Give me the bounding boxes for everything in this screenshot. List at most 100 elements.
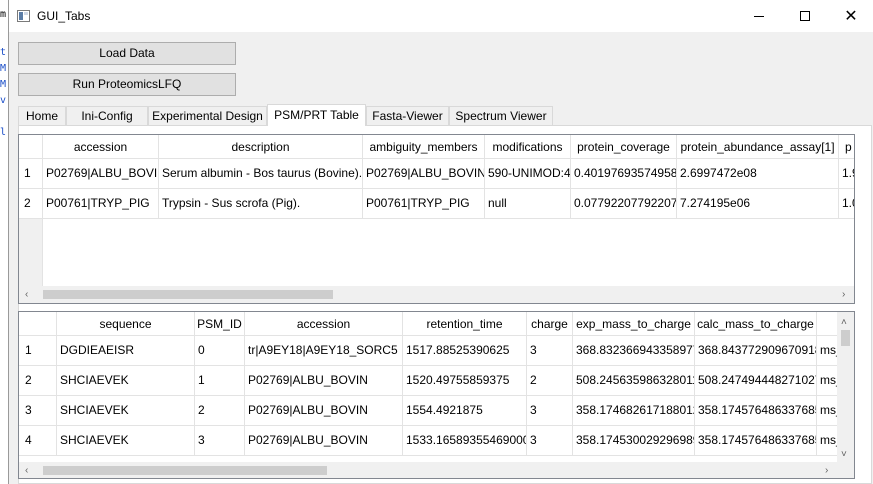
table-cell[interactable]: 1 (195, 366, 245, 396)
table-cell[interactable]: ms_ (817, 426, 839, 456)
table-cell[interactable]: SHCIAEVEK (57, 426, 195, 456)
table-cell[interactable]: 1517.88525390625 (403, 336, 527, 366)
tab-spectrum-viewer[interactable]: Spectrum Viewer (449, 106, 553, 126)
table-cell[interactable]: P00761|TRYP_PIG (363, 189, 485, 219)
table-cell[interactable]: P02769|ALBU_BOVIN (43, 159, 159, 189)
scroll-right-icon[interactable]: › (825, 462, 828, 478)
column-header[interactable]: description (159, 135, 363, 159)
minimize-button[interactable] (736, 0, 782, 32)
scroll-up-icon[interactable]: ˄ (841, 314, 847, 331)
bg-line: l (0, 127, 7, 138)
row-header[interactable]: 1 (19, 159, 43, 189)
tab-ini-config[interactable]: Ini-Config (66, 106, 148, 126)
table-cell[interactable]: SHCIAEVEK (57, 396, 195, 426)
table-cell[interactable]: 0.077922077922078 (571, 189, 677, 219)
scrollbar-thumb[interactable] (43, 290, 333, 299)
column-header[interactable]: charge (527, 312, 573, 336)
table-cell[interactable]: 358.174576486337685 (695, 396, 817, 426)
table-cell[interactable]: P02769|ALBU_BOVIN (363, 159, 485, 189)
row-header[interactable]: 3 (19, 396, 57, 426)
column-header[interactable]: p (839, 135, 854, 159)
title-bar[interactable]: GUI_Tabs ✕ (9, 0, 873, 32)
table-cell[interactable]: DGDIEAEISR (57, 336, 195, 366)
scroll-down-icon[interactable]: ˅ (841, 446, 847, 463)
scroll-left-icon[interactable]: ‹ (25, 286, 28, 303)
load-data-button[interactable]: Load Data (18, 42, 236, 65)
psm-table: sequence PSM_ID accession retention_time… (18, 311, 855, 479)
row-header[interactable]: 1 (19, 336, 57, 366)
table-cell[interactable]: 2 (195, 396, 245, 426)
row-header[interactable]: 2 (19, 366, 57, 396)
row-header[interactable]: 2 (19, 189, 43, 219)
tab-home[interactable]: Home (18, 106, 66, 126)
table-cell[interactable]: 7.274195e06 (677, 189, 839, 219)
scrollbar-thumb[interactable] (43, 466, 327, 475)
column-header[interactable]: calc_mass_to_charge (695, 312, 817, 336)
table-cell[interactable]: 368.843772909670918 (695, 336, 817, 366)
table-cell[interactable]: ms_ (817, 366, 839, 396)
maximize-icon (800, 11, 810, 21)
table-cell[interactable]: 1554.4921875 (403, 396, 527, 426)
table-cell[interactable]: 0.401976935749588 (571, 159, 677, 189)
row-header[interactable]: 4 (19, 426, 57, 456)
bg-line: v (0, 95, 7, 106)
table-cell[interactable]: 1.0 (839, 189, 854, 219)
table-cell[interactable]: 358.174530029296989 (573, 426, 695, 456)
table-cell[interactable]: 2 (527, 366, 573, 396)
column-header[interactable]: accession (43, 135, 159, 159)
table-cell[interactable]: 1520.49755859375 (403, 366, 527, 396)
table-corner[interactable] (19, 312, 57, 336)
window-title: GUI_Tabs (37, 9, 91, 23)
tab-psm-prt-table[interactable]: PSM/PRT Table (267, 104, 366, 126)
tab-experimental-design[interactable]: Experimental Design (148, 106, 267, 126)
table-empty-area (43, 219, 854, 287)
column-header[interactable] (817, 312, 839, 336)
table-cell[interactable]: Serum albumin - Bos taurus (Bovine). (159, 159, 363, 189)
table-cell[interactable]: 3 (195, 426, 245, 456)
column-header[interactable]: sequence (57, 312, 195, 336)
table-cell[interactable]: P00761|TRYP_PIG (43, 189, 159, 219)
table-cell[interactable]: 0 (195, 336, 245, 366)
table-cell[interactable]: 2.6997472e08 (677, 159, 839, 189)
table-cell[interactable]: tr|A9EY18|A9EY18_SORC5 (245, 336, 403, 366)
table-cell[interactable]: ms_ (817, 336, 839, 366)
table-cell[interactable]: P02769|ALBU_BOVIN (245, 366, 403, 396)
close-button[interactable]: ✕ (828, 0, 873, 32)
horizontal-scrollbar[interactable]: ‹ › (19, 462, 854, 478)
tab-fasta-viewer[interactable]: Fasta-Viewer (366, 106, 449, 126)
table-cell[interactable]: 358.174576486337685 (695, 426, 817, 456)
table-cell[interactable]: 508.245635986328011 (573, 366, 695, 396)
column-header[interactable]: protein_abundance_assay[1] (677, 135, 839, 159)
table-cell[interactable]: 368.832366943358977 (573, 336, 695, 366)
table-cell[interactable]: 3 (527, 426, 573, 456)
scroll-right-icon[interactable]: › (842, 286, 845, 303)
table-cell[interactable]: Trypsin - Sus scrofa (Pig). (159, 189, 363, 219)
column-header[interactable]: accession (245, 312, 403, 336)
table-cell[interactable]: P02769|ALBU_BOVIN (245, 426, 403, 456)
column-header[interactable]: PSM_ID (195, 312, 245, 336)
table-cell[interactable]: 590-UNIMOD:4 (485, 159, 571, 189)
table-cell[interactable]: 3 (527, 336, 573, 366)
table-cell[interactable]: 1533.165893554690001 (403, 426, 527, 456)
table-cell[interactable]: 3 (527, 396, 573, 426)
horizontal-scrollbar[interactable]: ‹ › (19, 286, 854, 303)
maximize-button[interactable] (782, 0, 828, 32)
scrollbar-thumb[interactable] (841, 330, 850, 346)
column-header[interactable]: retention_time (403, 312, 527, 336)
table-cell[interactable]: SHCIAEVEK (57, 366, 195, 396)
table-cell[interactable]: 508.247494448271027 (695, 366, 817, 396)
table-corner[interactable] (19, 135, 43, 159)
table-cell[interactable]: null (485, 189, 571, 219)
table-cell[interactable]: 358.174682617188012 (573, 396, 695, 426)
column-header[interactable]: exp_mass_to_charge (573, 312, 695, 336)
vertical-scrollbar[interactable]: ˄ ˅ (837, 312, 854, 462)
column-header[interactable]: modifications (485, 135, 571, 159)
column-header[interactable]: ambiguity_members (363, 135, 485, 159)
table-cell[interactable]: ms_ (817, 396, 839, 426)
run-proteomicslfq-button[interactable]: Run ProteomicsLFQ (18, 73, 236, 96)
table-cell[interactable]: P02769|ALBU_BOVIN (245, 396, 403, 426)
minimize-icon (754, 15, 764, 17)
table-cell[interactable]: 1.9 (839, 159, 854, 189)
column-header[interactable]: protein_coverage (571, 135, 677, 159)
scroll-left-icon[interactable]: ‹ (25, 462, 28, 478)
